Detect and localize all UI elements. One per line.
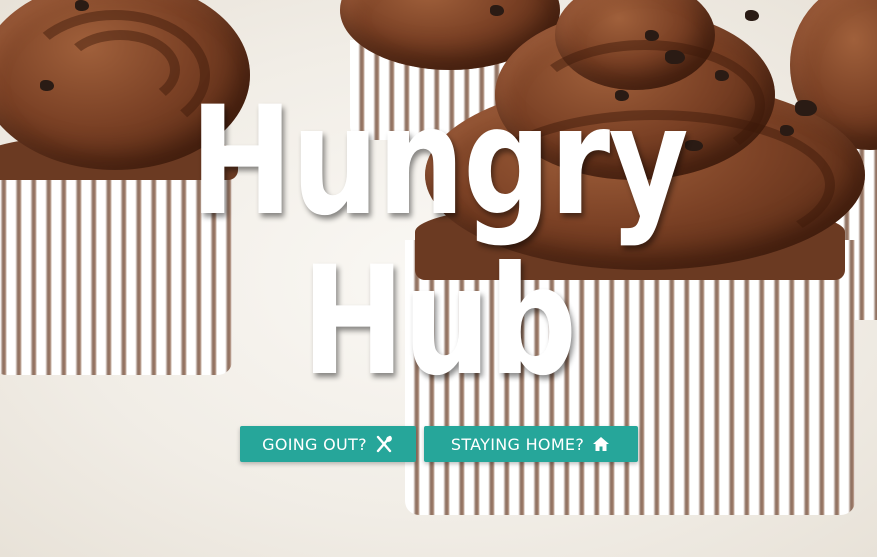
staying-home-label: STAYING HOME? [450,434,585,454]
home-icon [592,436,610,452]
hero-section: Hungry Hub GOING OUT? STAYING HOME? [0,0,877,557]
going-out-label: GOING OUT? [262,434,367,454]
staying-home-button[interactable]: STAYING HOME? [423,426,638,462]
site-title: Hungry Hub [0,82,877,402]
utensils-icon [375,435,393,453]
action-buttons: GOING OUT? STAYING HOME? [0,426,877,462]
title-line-hungry: Hungry [189,75,689,249]
title-line-hub: Hub [301,235,577,409]
going-out-button[interactable]: GOING OUT? [239,426,416,462]
